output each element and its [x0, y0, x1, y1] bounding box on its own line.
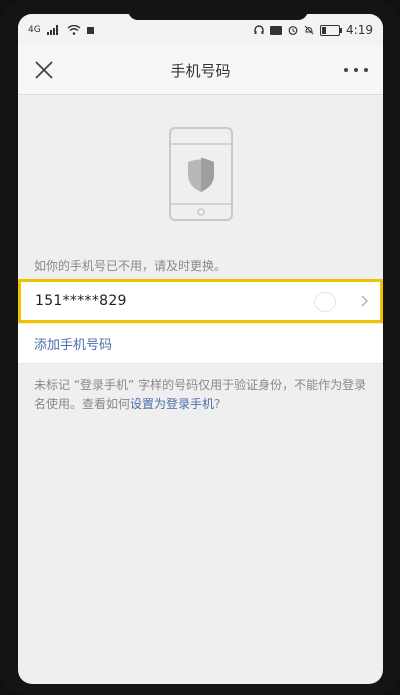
- screen: 4G 4:19 手机号码 如你的手机号已不用，请及时更换。 151*****82…: [18, 14, 383, 684]
- app-bar: 手机号码: [18, 46, 383, 95]
- phone-frame: 4G 4:19 手机号码 如你的手机号已不用，请及时更换。 151*****82…: [0, 0, 400, 695]
- circle-icon: [314, 292, 336, 312]
- phone-shield-icon: [169, 127, 233, 221]
- hint-text: 如你的手机号已不用，请及时更换。: [34, 259, 227, 273]
- add-phone-row[interactable]: 添加手机号码: [18, 324, 383, 364]
- note-text-2: ?: [214, 397, 221, 411]
- phone-number: 151*****829: [35, 293, 127, 309]
- more-icon[interactable]: [343, 66, 369, 74]
- set-login-phone-link[interactable]: 设置为登录手机: [130, 397, 214, 411]
- status-time: 4:19: [346, 23, 373, 37]
- battery-icon: [320, 24, 343, 36]
- notification-icon: [86, 26, 94, 34]
- hero-illustration: [18, 126, 383, 236]
- page-title: 手机号码: [170, 62, 231, 80]
- status-left: 4G: [28, 25, 94, 35]
- chevron-right-icon: [361, 295, 369, 307]
- camera-notch: [128, 14, 308, 20]
- mute-icon: [304, 25, 314, 35]
- wifi-icon: [67, 25, 81, 35]
- network-label: 4G: [28, 25, 41, 35]
- hd-icon: [270, 25, 283, 35]
- signal-icon: [46, 25, 58, 35]
- info-note: 未标记 “登录手机” 字样的号码仅用于验证身份，不能作为登录名使用。查看如何设置…: [34, 376, 369, 414]
- headset-icon: [254, 25, 264, 34]
- alarm-icon: [288, 26, 298, 35]
- status-right: 4:19: [254, 23, 373, 37]
- phone-number-row[interactable]: 151*****829: [18, 279, 383, 323]
- add-phone-link[interactable]: 添加手机号码: [34, 334, 112, 353]
